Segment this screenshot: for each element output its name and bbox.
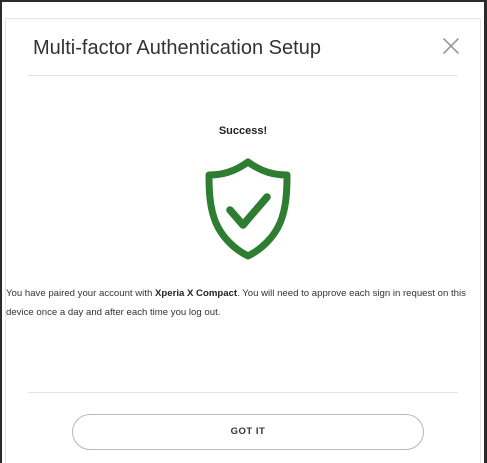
mfa-setup-dialog: Multi-factor Authentication Setup Succes… <box>5 18 481 463</box>
page: Multi-factor Authentication Setup Succes… <box>0 0 487 463</box>
dialog-header: Multi-factor Authentication Setup <box>6 19 480 75</box>
pairing-message: You have paired your account with Xperia… <box>6 284 476 322</box>
device-name: Xperia X Compact <box>154 288 238 299</box>
success-heading: Success! <box>218 125 268 137</box>
window-edge-top <box>0 0 487 2</box>
message-text-before: You have paired your account with <box>6 288 155 299</box>
window-edge-left <box>0 0 2 463</box>
header-divider <box>28 75 458 76</box>
shield-check-icon <box>205 158 291 260</box>
close-button[interactable] <box>440 35 462 57</box>
dialog-title: Multi-factor Authentication Setup <box>33 37 321 59</box>
footer-divider <box>28 392 458 393</box>
got-it-button[interactable]: GOT IT <box>72 414 424 450</box>
close-icon <box>443 38 459 54</box>
